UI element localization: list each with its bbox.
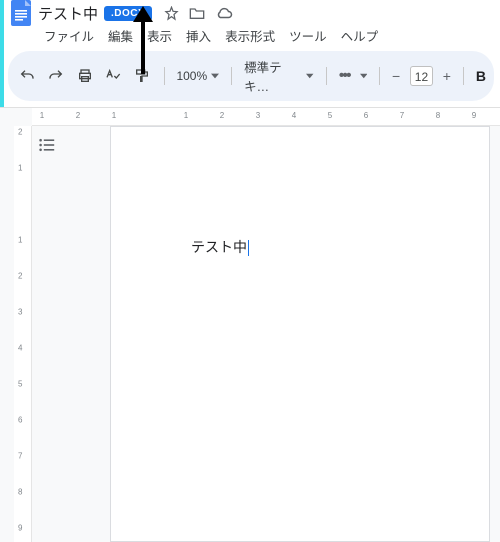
document-outline-button[interactable]: [36, 134, 58, 156]
menu-format[interactable]: 表示形式: [225, 26, 275, 45]
paint-format-button[interactable]: [133, 66, 152, 86]
toolbar-separator: [463, 67, 464, 85]
toolbar-separator: [326, 67, 327, 85]
zoom-dropdown[interactable]: 100%: [176, 69, 219, 83]
ruler-tick: 5: [328, 111, 332, 120]
ruler-tick: 2: [220, 111, 224, 120]
menu-tools[interactable]: ツール: [289, 26, 327, 45]
ruler-tick: 1: [184, 111, 188, 120]
toolbar: 100% 標準テキ… ••• − 12 + B: [8, 51, 494, 101]
ruler-tick: 1: [112, 111, 116, 120]
ruler-tick: 4: [18, 344, 22, 353]
editor-workspace: 12112345678910 21123456789 テスト中: [0, 107, 500, 542]
ruler-tick: 2: [18, 272, 22, 281]
chevron-down-icon: [360, 73, 367, 79]
ruler-tick: 6: [364, 111, 368, 120]
spellcheck-button[interactable]: [104, 66, 123, 86]
vertical-ruler[interactable]: 21123456789: [14, 126, 32, 542]
menu-bar: ファイル 編集 表示 挿入 表示形式 ツール ヘルプ: [10, 24, 492, 49]
move-folder-icon[interactable]: [189, 6, 205, 20]
document-body[interactable]: テスト中: [191, 237, 249, 257]
font-size-increase-button[interactable]: +: [443, 68, 451, 84]
zoom-value: 100%: [176, 69, 207, 83]
ruler-tick: 7: [400, 111, 404, 120]
horizontal-ruler[interactable]: 12112345678910: [32, 108, 500, 126]
menu-file[interactable]: ファイル: [44, 26, 94, 45]
bold-button[interactable]: B: [476, 68, 486, 84]
font-size-decrease-button[interactable]: −: [392, 68, 400, 84]
paragraph-style-label: 標準テキ…: [244, 57, 302, 95]
document-page[interactable]: テスト中: [110, 126, 490, 542]
ruler-tick: 8: [18, 488, 22, 497]
ruler-tick: 4: [292, 111, 296, 120]
chevron-down-icon: [211, 73, 219, 79]
font-size-input[interactable]: 12: [410, 66, 433, 86]
ruler-tick: 7: [18, 452, 22, 461]
toolbar-separator: [231, 67, 232, 85]
docx-badge[interactable]: .DOCX: [104, 6, 152, 21]
menu-insert[interactable]: 挿入: [186, 26, 211, 45]
ruler-tick: 1: [18, 164, 22, 173]
ruler-tick: 1: [40, 111, 44, 120]
font-family-dropdown[interactable]: •••: [339, 67, 350, 85]
document-title[interactable]: テスト中: [38, 3, 98, 24]
ruler-tick: 8: [436, 111, 440, 120]
ruler-tick: 6: [18, 416, 22, 425]
star-icon[interactable]: [164, 6, 179, 21]
toolbar-separator: [379, 67, 380, 85]
app-header: テスト中 .DOCX ファイル 編集 表示 挿入 表示形式 ツール ヘルプ: [0, 0, 500, 49]
ruler-tick: 1: [18, 236, 22, 245]
body-text: テスト中: [191, 239, 247, 255]
ruler-tick: 3: [18, 308, 22, 317]
undo-button[interactable]: [18, 66, 37, 86]
toolbar-separator: [164, 67, 165, 85]
ruler-tick: 9: [472, 111, 476, 120]
ruler-tick: 2: [18, 128, 22, 137]
ruler-tick: 5: [18, 380, 22, 389]
title-row: テスト中 .DOCX: [10, 2, 492, 24]
paragraph-style-dropdown[interactable]: 標準テキ…: [244, 57, 314, 95]
ruler-tick: 3: [256, 111, 260, 120]
menu-view[interactable]: 表示: [147, 26, 172, 45]
menu-edit[interactable]: 編集: [108, 26, 133, 45]
title-icon-group: [164, 6, 233, 21]
google-docs-logo-icon[interactable]: [10, 0, 32, 27]
chevron-down-icon: [306, 73, 313, 79]
print-button[interactable]: [75, 66, 94, 86]
text-cursor: [248, 240, 249, 256]
redo-button[interactable]: [47, 66, 66, 86]
cloud-saved-icon[interactable]: [215, 6, 233, 20]
menu-help[interactable]: ヘルプ: [341, 26, 379, 45]
ruler-tick: 2: [76, 111, 80, 120]
